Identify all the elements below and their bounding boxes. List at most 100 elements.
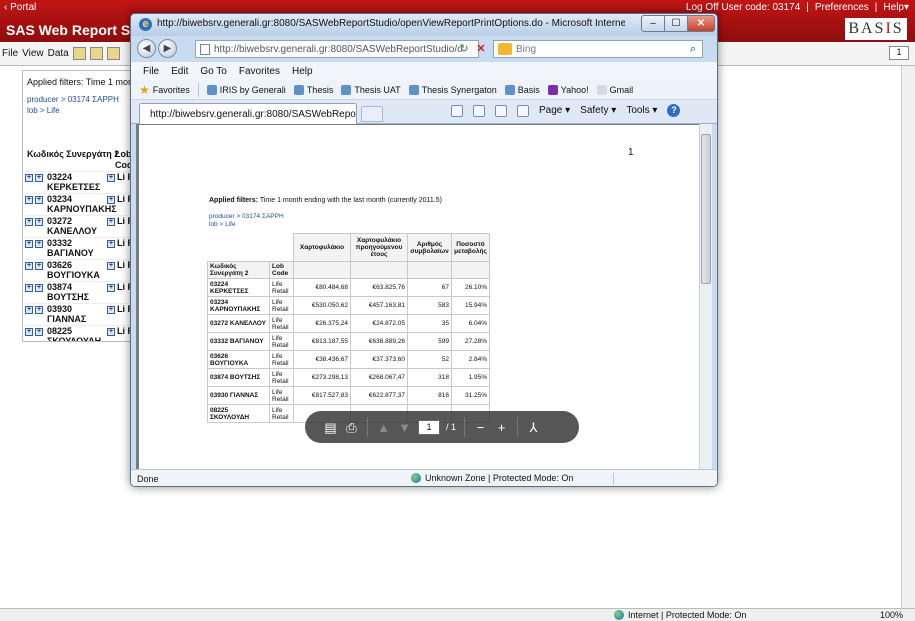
expand-icon[interactable]: + — [107, 306, 115, 314]
expand-icon[interactable]: + — [25, 196, 33, 204]
expand-icon[interactable]: + — [107, 196, 115, 204]
zoom-level[interactable]: 100% — [880, 610, 903, 620]
expand-icon[interactable]: + — [25, 328, 33, 336]
close-button[interactable]: ✕ — [687, 15, 715, 32]
expand-icon[interactable]: + — [35, 284, 43, 292]
preferences-link[interactable]: Preferences — [815, 2, 869, 13]
expand-icon[interactable]: + — [107, 262, 115, 270]
popup-titlebar[interactable]: e http://biwebsrv.generali.gr:8080/SASWe… — [131, 14, 717, 36]
favorite-thesis-uat[interactable]: Thesis UAT — [341, 84, 401, 95]
scrollbar-thumb[interactable] — [701, 134, 711, 284]
favorite-yahoo[interactable]: Yahoo! — [547, 84, 589, 95]
favorites-button[interactable]: ★ Favorites — [139, 83, 190, 97]
page-menu[interactable]: Page ▾ — [539, 105, 570, 116]
tab-report[interactable]: http://biwebsrv.generali.gr:8080/SASWebR… — [139, 103, 357, 124]
page-scrollbar[interactable] — [901, 66, 915, 608]
yahoo-icon — [547, 84, 558, 95]
zoom-control[interactable] — [613, 473, 645, 485]
portal-link[interactable]: ‹ Portal — [4, 2, 36, 13]
save-icon[interactable]: ▤ — [323, 420, 338, 435]
expand-icon[interactable]: + — [35, 240, 43, 248]
next-page-icon[interactable]: ▼ — [397, 420, 412, 435]
report-row: + +03272 ΚΑΝΕΛΛΟΥ + Li R — [25, 215, 141, 237]
expand-icon[interactable]: + — [25, 240, 33, 248]
forward-button[interactable]: ▶ — [158, 39, 177, 58]
separator — [517, 417, 519, 437]
search-icon[interactable]: ⌕ — [690, 43, 696, 56]
back-button[interactable]: ◀ — [137, 39, 156, 58]
favorite-thesis[interactable]: Thesis — [293, 84, 333, 95]
folder-icon[interactable] — [89, 47, 103, 60]
tools-menu[interactable]: Tools ▾ — [626, 105, 657, 116]
favorite-iris[interactable]: IRIS by Generali — [206, 84, 286, 95]
feeds-icon[interactable] — [473, 104, 485, 117]
expand-icon[interactable]: + — [107, 284, 115, 292]
page-input[interactable]: 1 — [418, 419, 440, 435]
lob-code: Life Retail — [269, 314, 294, 333]
internet-explorer-icon: e — [139, 18, 152, 31]
minimize-button[interactable]: – — [641, 15, 665, 32]
previous-year-value: €268.067,47 — [350, 368, 408, 387]
expand-icon[interactable]: + — [25, 174, 33, 182]
expand-icon[interactable]: + — [35, 196, 43, 204]
expand-icon[interactable]: + — [35, 262, 43, 270]
menu-go-to[interactable]: Go To — [200, 66, 227, 77]
expand-icon[interactable]: + — [35, 328, 43, 336]
open-icon[interactable] — [72, 47, 86, 60]
menu-data[interactable]: Data — [48, 48, 69, 59]
expand-icon[interactable]: + — [107, 218, 115, 226]
portfolio-value: €813.187,55 — [293, 332, 351, 351]
user-menu: Log Off User code: 03174 | Preferences |… — [686, 2, 909, 13]
menu-file[interactable]: File — [2, 48, 18, 59]
home-icon[interactable] — [451, 104, 463, 117]
zoom-out-icon[interactable]: − — [473, 420, 488, 435]
expand-icon[interactable]: + — [25, 218, 33, 226]
menu-file[interactable]: File — [143, 66, 159, 77]
breadcrumb-producer[interactable]: producer > 03174 ΣΑΡΡΗ — [27, 95, 119, 104]
menu-favorites[interactable]: Favorites — [239, 66, 280, 77]
favorite-basis[interactable]: Basis — [504, 84, 540, 95]
previous-year-value: €24.872,05 — [350, 314, 408, 333]
expand-icon[interactable]: + — [25, 284, 33, 292]
menu-view[interactable]: View — [22, 48, 44, 59]
mail-icon[interactable] — [495, 104, 507, 117]
refresh-icon[interactable]: ↻ — [457, 42, 471, 56]
expand-icon[interactable]: + — [25, 262, 33, 270]
breadcrumb-lob[interactable]: lob > Life — [27, 106, 60, 115]
report-row: + +03874 ΒΟΥΤΣΗΣ + Li R — [25, 281, 141, 303]
stop-icon[interactable]: ✕ — [474, 42, 488, 56]
expand-icon[interactable]: + — [35, 306, 43, 314]
partner-name: 03626 ΒΟΥΓΙΟΥΚΑ — [207, 350, 270, 369]
page-icon — [200, 44, 210, 55]
contracts-count: 35 — [407, 314, 452, 333]
maximize-button[interactable]: ☐ — [664, 15, 688, 32]
menu-help[interactable]: Help — [292, 66, 313, 77]
menu-edit[interactable]: Edit — [171, 66, 188, 77]
favorite-thesis-synergaton[interactable]: Thesis Synergaton — [408, 84, 497, 95]
expand-icon[interactable]: + — [107, 174, 115, 182]
favorite-gmail[interactable]: Gmail — [596, 84, 633, 95]
zoom-in-icon[interactable]: + — [494, 420, 509, 435]
expand-icon[interactable]: + — [35, 174, 43, 182]
safety-menu[interactable]: Safety ▾ — [580, 105, 616, 116]
print-icon[interactable]: ⎙ — [344, 420, 359, 435]
logoff-link[interactable]: Log Off User code: 03174 — [686, 2, 800, 13]
expand-icon[interactable]: + — [35, 218, 43, 226]
portfolio-value: €26.375,24 — [293, 314, 351, 333]
expand-icon[interactable]: + — [25, 306, 33, 314]
lob-code: Life Retail — [269, 404, 294, 423]
expand-icon[interactable]: + — [107, 240, 115, 248]
save-icon[interactable] — [106, 47, 120, 60]
address-bar[interactable]: http://biwebsrv.generali.gr:8080/SASWebR… — [195, 40, 479, 58]
new-tab-button[interactable] — [361, 106, 383, 122]
page-number-box[interactable]: 1 — [889, 46, 909, 60]
previous-page-icon[interactable]: ▲ — [376, 420, 391, 435]
search-box[interactable]: Bing ⌕ — [493, 40, 703, 58]
expand-icon[interactable]: + — [107, 328, 115, 336]
adobe-acrobat-icon[interactable]: ⅄ — [526, 420, 541, 435]
help-link[interactable]: Help▾ — [883, 2, 909, 13]
viewer-scrollbar[interactable] — [699, 124, 712, 469]
help-icon[interactable]: ? — [667, 104, 681, 117]
print-icon[interactable] — [517, 104, 529, 117]
lob-code: Life Retail — [269, 278, 294, 297]
